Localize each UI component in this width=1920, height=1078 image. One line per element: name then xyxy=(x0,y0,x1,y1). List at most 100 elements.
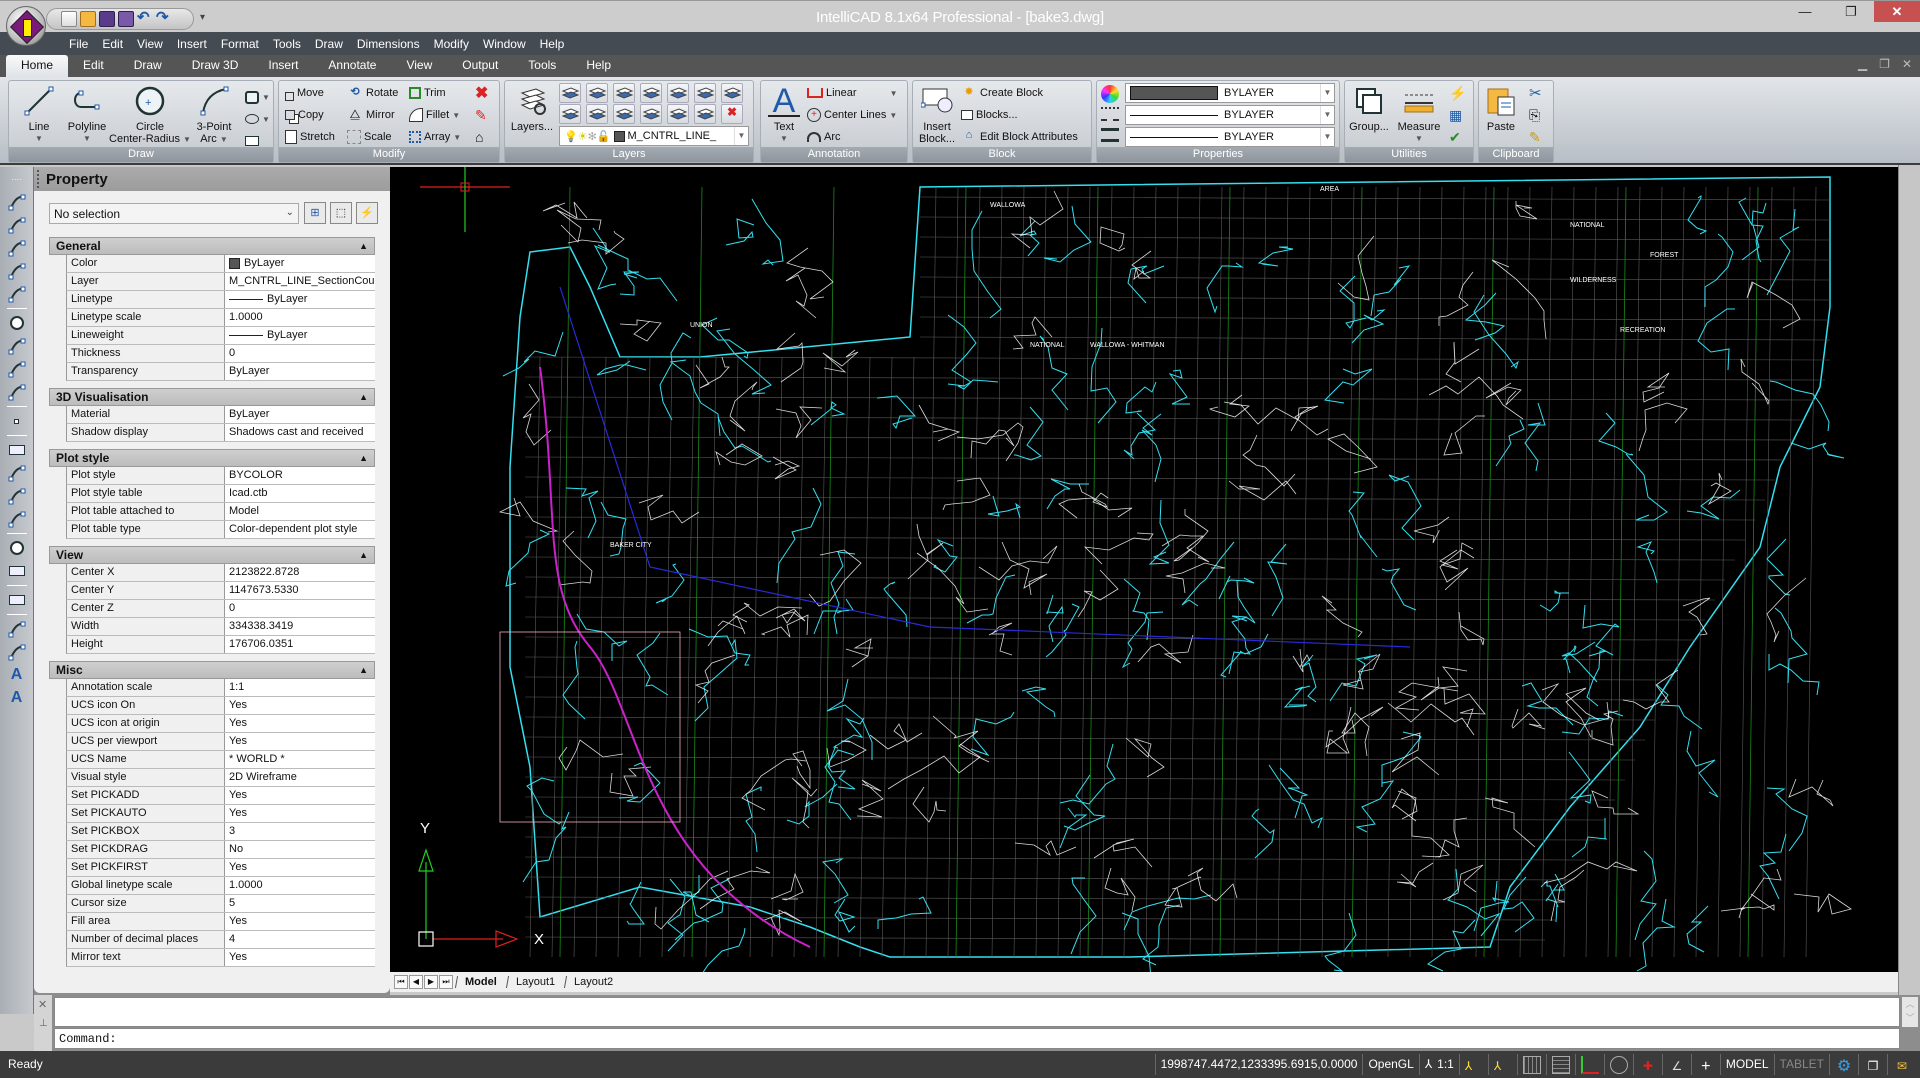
property-row[interactable]: Plot table type Color-dependent plot styl… xyxy=(66,521,375,539)
property-value[interactable]: * WORLD * xyxy=(225,751,375,768)
property-row[interactable]: Plot table attached to Model xyxy=(66,503,375,521)
ortho-toggle[interactable] xyxy=(1574,1054,1604,1075)
linetype-combo[interactable]: BYLAYER ▼ xyxy=(1125,105,1335,125)
notifications-button[interactable]: ✉ xyxy=(1887,1054,1916,1075)
property-value[interactable]: ByLayer xyxy=(225,363,375,380)
property-row[interactable]: Set PICKAUTO Yes xyxy=(66,805,375,823)
color-wheel-icon[interactable] xyxy=(1101,85,1119,103)
coordinates-readout[interactable]: 1998747.4472,1233395.6915,0.0000 xyxy=(1154,1054,1363,1075)
layer-on-icon[interactable]: 💡 xyxy=(564,130,578,143)
grid-toggle[interactable] xyxy=(1545,1054,1575,1075)
property-row[interactable]: Number of decimal places 4 xyxy=(66,931,375,949)
property-row[interactable]: Height 176706.0351 xyxy=(66,636,375,654)
annotation-scale[interactable]: ⅄ 1:1 xyxy=(1418,1054,1459,1075)
renderer-indicator[interactable]: OpenGL xyxy=(1362,1054,1418,1075)
collapse-icon[interactable]: ▲ xyxy=(359,389,368,405)
text-icon[interactable]: A xyxy=(5,664,29,686)
menu-view[interactable]: View xyxy=(130,37,170,51)
edit-polyline-button[interactable]: ⌂ xyxy=(475,127,483,147)
tab-draw-3d[interactable]: Draw 3D xyxy=(177,55,254,77)
property-value[interactable]: 0 xyxy=(225,600,375,617)
leader-icon[interactable] xyxy=(5,560,29,582)
property-row[interactable]: Color ByLayer xyxy=(66,255,375,273)
layer-previous-icon[interactable] xyxy=(559,83,581,103)
workspace-button[interactable]: ❐ xyxy=(1858,1054,1887,1075)
property-value[interactable]: M_CNTRL_LINE_SectionCou... xyxy=(225,273,375,290)
property-value[interactable]: Yes xyxy=(225,787,375,804)
trim-button[interactable]: Trim xyxy=(409,83,446,103)
property-value[interactable]: 176706.0351 xyxy=(225,636,375,653)
multiline-text-icon[interactable]: A xyxy=(5,687,29,709)
property-value[interactable]: 1.0000 xyxy=(225,309,375,326)
edit-block-attributes-button[interactable]: ⌂ Edit Block Attributes xyxy=(961,127,1078,147)
property-value[interactable]: Yes xyxy=(225,913,375,930)
property-value[interactable]: 3 xyxy=(225,823,375,840)
application-menu-button[interactable] xyxy=(6,6,46,46)
toggle-pickadd-button[interactable]: ⊞ xyxy=(304,202,326,224)
layer-freeze-icon[interactable] xyxy=(694,83,716,103)
tab-draw[interactable]: Draw xyxy=(119,55,177,77)
polygon-icon[interactable] xyxy=(5,485,29,507)
property-row[interactable]: UCS Name * WORLD * xyxy=(66,751,375,769)
line-icon[interactable] xyxy=(5,191,29,213)
select-all-icon[interactable]: ▦ xyxy=(1449,105,1462,125)
prev-tab-button[interactable]: ◀ xyxy=(409,975,423,989)
layer-off-icon[interactable] xyxy=(667,104,689,124)
polyline-icon[interactable] xyxy=(5,214,29,236)
paste-button[interactable]: Paste xyxy=(1481,85,1521,133)
collapse-icon[interactable]: ▲ xyxy=(359,450,368,466)
property-value[interactable]: 334338.3419 xyxy=(225,618,375,635)
cut-icon[interactable]: ✂ xyxy=(1529,83,1542,103)
etrack-toggle[interactable]: ∠ xyxy=(1661,1054,1691,1075)
copy-clip-icon[interactable]: ⎘ xyxy=(1529,105,1540,125)
section-header[interactable]: Plot style ▲ xyxy=(49,449,375,467)
property-row[interactable]: Mirror text Yes xyxy=(66,949,375,967)
property-row[interactable]: Set PICKBOX 3 xyxy=(66,823,375,841)
menu-help[interactable]: Help xyxy=(533,37,572,51)
property-row[interactable]: Cursor size 5 xyxy=(66,895,375,913)
layer-isolate-icon[interactable] xyxy=(667,83,689,103)
section-header[interactable]: View ▲ xyxy=(49,546,375,564)
property-value[interactable]: BYCOLOR xyxy=(225,467,375,484)
tab-help[interactable]: Help xyxy=(571,55,626,77)
ellipse-icon[interactable] xyxy=(5,358,29,380)
stretch-button[interactable]: Stretch xyxy=(285,127,335,147)
layer-combo[interactable]: 💡 ☀ ✻ 🔓 M_CNTRL_LINE_ ▼ xyxy=(559,126,749,146)
property-value[interactable]: 1.0000 xyxy=(225,877,375,894)
layer-move-icon[interactable] xyxy=(613,104,635,124)
restore-button[interactable]: ❐ xyxy=(1828,1,1874,22)
property-value[interactable]: Yes xyxy=(225,733,375,750)
property-value[interactable]: Icad.ctb xyxy=(225,485,375,502)
layout-tab-layout1[interactable]: Layout1 xyxy=(505,976,564,988)
property-value[interactable]: Color-dependent plot style xyxy=(225,521,375,538)
property-row[interactable]: Center Y 1147673.5330 xyxy=(66,582,375,600)
rotate-button[interactable]: ⟲ Rotate xyxy=(347,83,398,103)
collapse-icon[interactable]: ▲ xyxy=(359,662,368,678)
circle-icon[interactable] xyxy=(5,312,29,334)
tab-edit[interactable]: Edit xyxy=(68,55,119,77)
property-row[interactable]: Plot style BYCOLOR xyxy=(66,467,375,485)
fillet-button[interactable]: Fillet ▼ xyxy=(409,105,460,125)
property-row[interactable]: Linetype ByLayer xyxy=(66,291,375,309)
property-value[interactable]: Yes xyxy=(225,859,375,876)
property-value[interactable]: No xyxy=(225,841,375,858)
property-row[interactable]: Fill area Yes xyxy=(66,913,375,931)
property-row[interactable]: Set PICKFIRST Yes xyxy=(66,859,375,877)
property-row[interactable]: Lineweight ByLayer xyxy=(66,327,375,345)
hatch-region-icon[interactable] xyxy=(5,508,29,530)
linetype-icon[interactable] xyxy=(1101,107,1119,121)
property-value[interactable]: Yes xyxy=(225,949,375,966)
property-row[interactable]: Global linetype scale 1.0000 xyxy=(66,877,375,895)
collapse-icon[interactable]: ▲ xyxy=(359,238,368,254)
donut-icon[interactable] xyxy=(5,537,29,559)
first-tab-button[interactable]: ⏮ xyxy=(394,975,408,989)
explode-button[interactable]: ✎ xyxy=(475,105,487,125)
point-icon[interactable] xyxy=(5,410,29,432)
arc-dim-button[interactable]: Arc xyxy=(807,127,841,147)
create-block-button[interactable]: ✸ Create Block xyxy=(961,83,1043,103)
text-button[interactable]: A Text ▼ xyxy=(765,84,803,145)
layer-change-current-icon[interactable] xyxy=(613,83,635,103)
polyline-button[interactable]: Polyline ▼ xyxy=(61,85,113,145)
minimize-button[interactable]: — xyxy=(1782,1,1828,22)
layer-delete-icon[interactable]: ✖ xyxy=(721,104,743,124)
